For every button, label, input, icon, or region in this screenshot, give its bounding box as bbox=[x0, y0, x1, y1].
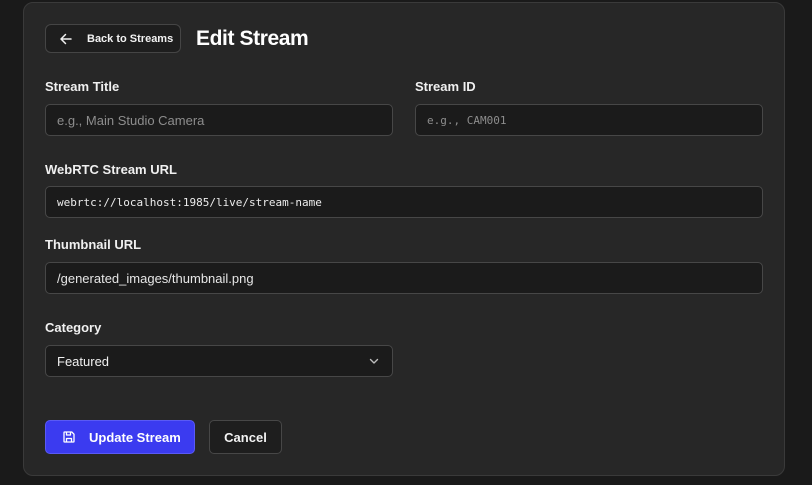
chevron-down-icon bbox=[368, 355, 380, 367]
back-button-label: Back to Streams bbox=[87, 32, 174, 45]
category-select[interactable]: Featured bbox=[45, 345, 393, 377]
page-title: Edit Stream bbox=[196, 27, 309, 50]
stream-id-input[interactable] bbox=[415, 104, 763, 136]
cancel-label: Cancel bbox=[224, 429, 267, 445]
update-stream-label: Update Stream bbox=[89, 429, 181, 445]
thumbnail-url-label: Thumbnail URL bbox=[45, 237, 142, 252]
back-to-streams-button[interactable]: Back to Streams bbox=[45, 24, 181, 53]
category-label: Category bbox=[45, 320, 102, 335]
save-icon bbox=[62, 430, 76, 444]
webrtc-url-input[interactable] bbox=[45, 186, 763, 218]
stream-id-label: Stream ID bbox=[415, 79, 476, 94]
webrtc-url-label: WebRTC Stream URL bbox=[45, 162, 177, 177]
update-stream-button[interactable]: Update Stream bbox=[45, 420, 195, 454]
arrow-left-icon bbox=[59, 32, 73, 46]
cancel-button[interactable]: Cancel bbox=[209, 420, 282, 454]
thumbnail-url-input[interactable] bbox=[45, 262, 763, 294]
stream-title-label: Stream Title bbox=[45, 79, 120, 94]
category-selected-value: Featured bbox=[57, 353, 110, 369]
stream-title-input[interactable] bbox=[45, 104, 393, 136]
